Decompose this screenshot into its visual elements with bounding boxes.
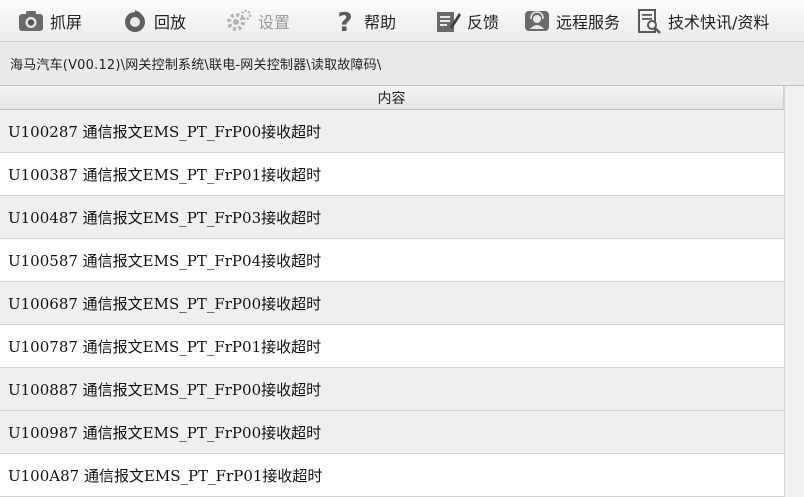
screenshot-label: 抓屏 bbox=[50, 13, 83, 32]
replay-button[interactable]: 回放 bbox=[120, 0, 186, 42]
document-search-icon bbox=[634, 6, 664, 36]
support-person-icon bbox=[522, 6, 552, 36]
gear-icon bbox=[224, 6, 254, 36]
scrollbar[interactable] bbox=[784, 86, 804, 497]
settings-button[interactable]: 设置 bbox=[224, 0, 290, 42]
screenshot-button[interactable]: 抓屏 bbox=[16, 0, 82, 42]
table-row[interactable]: U100587 通信报文EMS_PT_FrP04接收超时 bbox=[0, 239, 784, 282]
table-row[interactable]: U100787 通信报文EMS_PT_FrP01接收超时 bbox=[0, 325, 784, 368]
tech-bulletin-button[interactable]: 技术快讯/资料 bbox=[634, 0, 769, 42]
column-header-content[interactable]: 内容 bbox=[0, 86, 784, 110]
breadcrumb: 海马汽车(V00.12)\网关控制系统\联电-网关控制器\读取故障码\ bbox=[10, 58, 382, 73]
table-row[interactable]: U100387 通信报文EMS_PT_FrP01接收超时 bbox=[0, 153, 784, 196]
camera-icon bbox=[16, 6, 46, 36]
dtc-list: U100287 通信报文EMS_PT_FrP00接收超时 U100387 通信报… bbox=[0, 110, 784, 497]
settings-label: 设置 bbox=[258, 13, 291, 32]
table-row[interactable]: U100287 通信报文EMS_PT_FrP00接收超时 bbox=[0, 110, 784, 153]
feedback-button[interactable]: 反馈 bbox=[433, 0, 499, 42]
replay-icon bbox=[120, 6, 150, 36]
replay-label: 回放 bbox=[154, 13, 187, 32]
toolbar: 抓屏 回放 设置 ? 帮助 反馈 远程服务 技术快讯/资料 bbox=[0, 0, 804, 42]
help-label: 帮助 bbox=[364, 13, 397, 32]
table-row[interactable]: U100987 通信报文EMS_PT_FrP00接收超时 bbox=[0, 411, 784, 454]
breadcrumb-bar: 海马汽车(V00.12)\网关控制系统\联电-网关控制器\读取故障码\ bbox=[0, 42, 804, 86]
feedback-label: 反馈 bbox=[467, 13, 500, 32]
table-row[interactable]: U100687 通信报文EMS_PT_FrP00接收超时 bbox=[0, 282, 784, 325]
table-row[interactable]: U100487 通信报文EMS_PT_FrP03接收超时 bbox=[0, 196, 784, 239]
svg-text:?: ? bbox=[337, 8, 352, 35]
table-row[interactable]: U100887 通信报文EMS_PT_FrP00接收超时 bbox=[0, 368, 784, 411]
help-button[interactable]: ? 帮助 bbox=[330, 0, 396, 42]
question-icon: ? bbox=[330, 6, 360, 36]
remote-service-label: 远程服务 bbox=[556, 13, 621, 32]
tech-bulletin-label: 技术快讯/资料 bbox=[668, 13, 770, 32]
pencil-note-icon bbox=[433, 6, 463, 36]
remote-service-button[interactable]: 远程服务 bbox=[522, 0, 620, 42]
table-row[interactable]: U100A87 通信报文EMS_PT_FrP01接收超时 bbox=[0, 454, 784, 497]
